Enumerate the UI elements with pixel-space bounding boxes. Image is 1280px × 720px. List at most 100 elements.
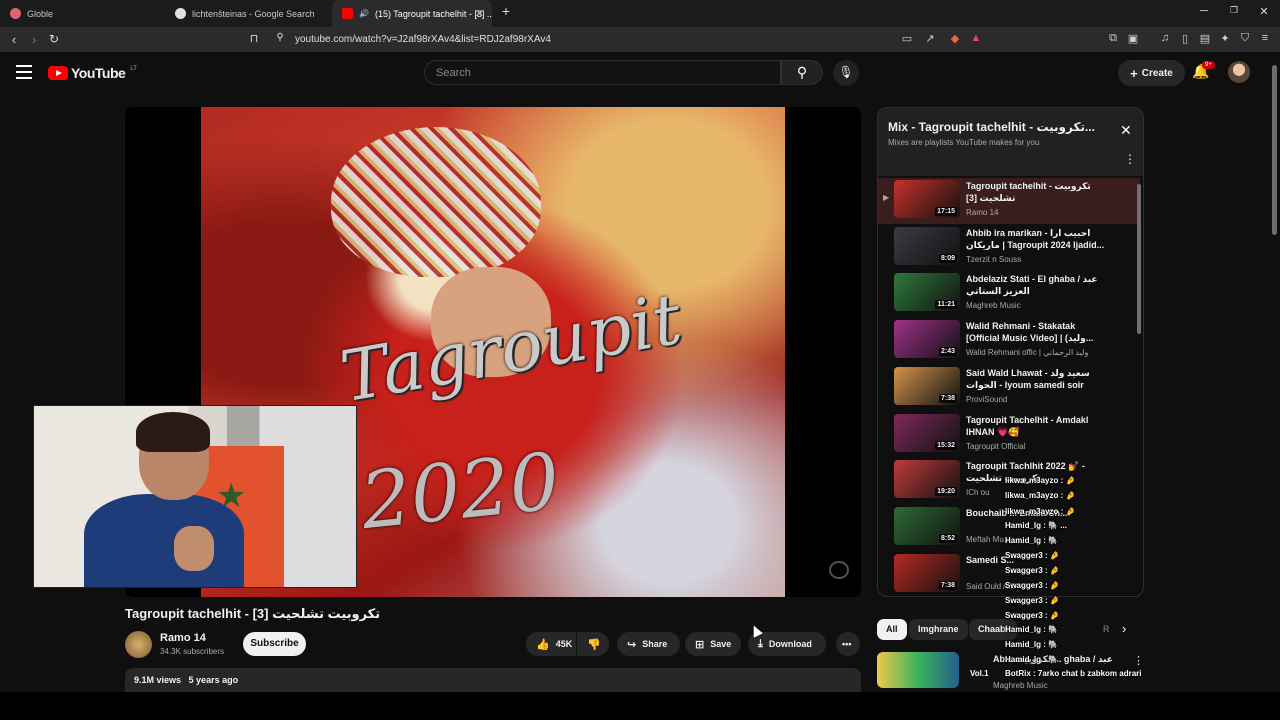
youtube-icon bbox=[342, 8, 353, 19]
playlist-header: Mix - Tagroupit tachelhit - تكروبيت... M… bbox=[878, 108, 1143, 176]
playlist-item-thumbnail[interactable]: 17:15 bbox=[894, 180, 960, 218]
playlist-item-title[interactable]: Walid Rehmani - Stakatak [Official Music… bbox=[966, 320, 1106, 344]
playlist-scrollbar[interactable] bbox=[1137, 184, 1141, 334]
playlist-item-title[interactable]: Said Wald Lhawat - سعيد ولد الحوات - lyo… bbox=[966, 367, 1106, 391]
chip-imghrane[interactable]: Imghrane bbox=[909, 619, 968, 640]
page-scrollbar[interactable] bbox=[1269, 53, 1280, 693]
playlist-item-thumbnail[interactable]: 7:38 bbox=[894, 366, 960, 405]
brave-shields-icon[interactable]: ◆ bbox=[947, 32, 963, 45]
chat-message: Hamid_lg : 🐘 ... bbox=[1005, 521, 1067, 530]
like-button[interactable]: 👍 45K bbox=[526, 632, 576, 656]
youtube-logo[interactable]: YouTube LT bbox=[48, 65, 137, 81]
page-scrollbar-thumb[interactable] bbox=[1272, 65, 1277, 235]
playlist-item-title[interactable]: Abdelaziz Stati - El ghaba / عبد العزيز … bbox=[966, 273, 1106, 297]
playlist-title[interactable]: Mix - Tagroupit tachelhit - تكروبيت... bbox=[888, 120, 1103, 134]
playlist-item-thumbnail[interactable]: 8:52 bbox=[894, 506, 960, 545]
screenshot-icon[interactable]: ▣ bbox=[1125, 32, 1141, 45]
chevron-right-icon[interactable]: › bbox=[1122, 621, 1126, 636]
tab-globle[interactable]: Globle bbox=[0, 0, 165, 27]
forward-icon[interactable]: › bbox=[26, 32, 42, 47]
bookmark-icon[interactable]: ⊓ bbox=[246, 32, 262, 45]
recommendation-menu-icon[interactable]: ⋮ bbox=[1133, 654, 1144, 667]
close-playlist-icon[interactable]: ✕ bbox=[1120, 122, 1132, 139]
media-icon[interactable]: ♫ bbox=[1157, 32, 1173, 44]
dislike-button[interactable]: 👎 bbox=[577, 632, 609, 656]
channel-avatar[interactable] bbox=[125, 631, 152, 658]
install-app-icon[interactable]: ▭ bbox=[899, 32, 915, 45]
tab-google-search[interactable]: lichtenšteinas - Google Search bbox=[165, 0, 330, 27]
save-button[interactable]: ⊞ Save bbox=[685, 632, 741, 656]
share-page-icon[interactable]: ↗ bbox=[922, 32, 938, 45]
reload-icon[interactable]: ↻ bbox=[46, 32, 62, 46]
playlist-item[interactable]: 15:32 Tagroupit Tachelhit - Amdakl IHNAN … bbox=[878, 412, 1140, 458]
more-actions-button[interactable]: ••• bbox=[836, 632, 860, 656]
playlist-item[interactable]: ▶ 17:15 Tagroupit tachelhit - تكروبيت تشلح… bbox=[878, 178, 1140, 224]
playlist-item-title[interactable]: Tagroupit tachelhit - تكروبيت تشلحيت [3] bbox=[966, 180, 1106, 204]
channel-name[interactable]: Ramo 14 bbox=[160, 632, 206, 644]
vpn-icon[interactable]: ⛉ bbox=[1237, 32, 1253, 45]
playlist-item[interactable]: 11:21 Abdelaziz Stati - El ghaba / عبد ال… bbox=[878, 271, 1140, 317]
playlist-item-thumbnail[interactable]: 2:43 bbox=[894, 320, 960, 359]
channel-watermark-icon[interactable] bbox=[829, 561, 849, 579]
playlist-item[interactable]: 7:38 Said Wald Lhawat - سعيد ولد الحوات -… bbox=[878, 365, 1140, 411]
chat-message: likwa_m3ayzo : 🤌 bbox=[1005, 507, 1076, 516]
close-tab-icon[interactable]: ✕ bbox=[475, 7, 484, 20]
now-playing-icon: ▶ bbox=[883, 193, 890, 202]
tab-youtube[interactable]: 🔊 (15) Tagroupit tachelhit - [3] ... ✕ bbox=[332, 0, 492, 27]
new-tab-button[interactable]: + bbox=[498, 3, 514, 19]
description-box[interactable]: 9.1M views 5 years ago bbox=[125, 668, 861, 692]
download-button[interactable]: ⤓ Download bbox=[748, 632, 826, 656]
playlist-item-thumbnail[interactable]: 8:09 bbox=[894, 226, 960, 265]
leo-ai-icon[interactable]: ✦ bbox=[1217, 32, 1233, 45]
microphone-icon: 🎙 bbox=[838, 65, 854, 79]
playlist-item-duration: 7:38 bbox=[938, 580, 957, 590]
chat-message: Swagger3 : 🤌 bbox=[1005, 551, 1060, 560]
save-label: Save bbox=[710, 639, 732, 649]
playlist-item-title[interactable]: Ahbib ira marikan - احبيب ارا ماريكان | … bbox=[966, 227, 1106, 251]
subscriber-count: 34.3K subscribers bbox=[160, 647, 225, 656]
chat-message: likwa_m3ayzo : 🤌 bbox=[1005, 476, 1076, 485]
chip-all[interactable]: All bbox=[877, 619, 907, 640]
url-field[interactable]: youtube.com/watch?v=J2af98rXAv4&list=RDJ… bbox=[295, 34, 551, 45]
tab-label: Globle bbox=[27, 8, 54, 19]
chip-partial[interactable]: R bbox=[1094, 619, 1119, 640]
playlist-item-thumbnail[interactable]: 11:21 bbox=[894, 273, 960, 312]
streamer-body bbox=[84, 494, 244, 587]
brave-rewards-icon[interactable]: ▲ bbox=[968, 32, 984, 44]
subscribe-button[interactable]: Subscribe bbox=[243, 632, 306, 656]
playlist-item-thumbnail[interactable]: 15:32 bbox=[894, 413, 960, 452]
recommendation-channel: Maghreb Music bbox=[993, 681, 1048, 690]
youtube-play-icon bbox=[48, 66, 68, 80]
playlist-item[interactable]: 2:43 Walid Rehmani - Stakatak [Official M… bbox=[878, 318, 1140, 364]
share-label: Share bbox=[642, 639, 668, 649]
bottom-strip bbox=[0, 692, 1280, 720]
account-avatar[interactable] bbox=[1228, 61, 1250, 83]
close-window-icon[interactable]: ✕ bbox=[1256, 5, 1272, 18]
playlist-item-title[interactable]: Tagroupit Tachelhit - Amdakl IHNAN 💗🥰 bbox=[966, 414, 1106, 438]
maximize-icon[interactable]: ❐ bbox=[1226, 5, 1242, 16]
browser-menu-icon[interactable]: ≡ bbox=[1257, 32, 1273, 44]
search-button[interactable]: ⚲ bbox=[781, 60, 823, 85]
minimize-icon[interactable]: ─ bbox=[1196, 5, 1212, 17]
chat-message: Hamid_lg : 🐘 bbox=[1005, 625, 1059, 634]
site-info-icon[interactable]: ⚲ bbox=[272, 32, 288, 43]
create-button[interactable]: + Create bbox=[1118, 60, 1185, 86]
chat-message: Swagger3 : 🤌 bbox=[1005, 566, 1060, 575]
address-bar: ‹ › ↻ ⊓ ⚲ youtube.com/watch?v=J2af98rXAv… bbox=[0, 27, 1280, 53]
sidebar-icon[interactable]: ▯ bbox=[1177, 32, 1193, 45]
playlist-item-thumbnail[interactable]: 19:20 bbox=[894, 460, 960, 499]
search-input[interactable]: Search bbox=[424, 60, 781, 85]
back-icon[interactable]: ‹ bbox=[6, 32, 22, 47]
extensions-icon[interactable]: ⧉ bbox=[1105, 32, 1121, 45]
logo-text: YouTube bbox=[71, 65, 126, 81]
globe-icon bbox=[10, 8, 21, 19]
voice-search-button[interactable]: 🎙 bbox=[833, 60, 859, 86]
recommendation-thumbnail[interactable] bbox=[877, 652, 959, 688]
share-button[interactable]: ↪ Share bbox=[617, 632, 680, 656]
wallet-icon[interactable]: ▤ bbox=[1197, 32, 1213, 45]
playlist-item[interactable]: 8:09 Ahbib ira marikan - احبيب ارا ماريكا… bbox=[878, 225, 1140, 271]
playlist-menu-icon[interactable]: ⋮ bbox=[1124, 152, 1136, 166]
hamburger-menu-icon[interactable] bbox=[16, 65, 32, 79]
playlist-item-thumbnail[interactable]: 7:38 bbox=[894, 553, 960, 592]
playlist-item-duration: 11:21 bbox=[935, 300, 957, 310]
